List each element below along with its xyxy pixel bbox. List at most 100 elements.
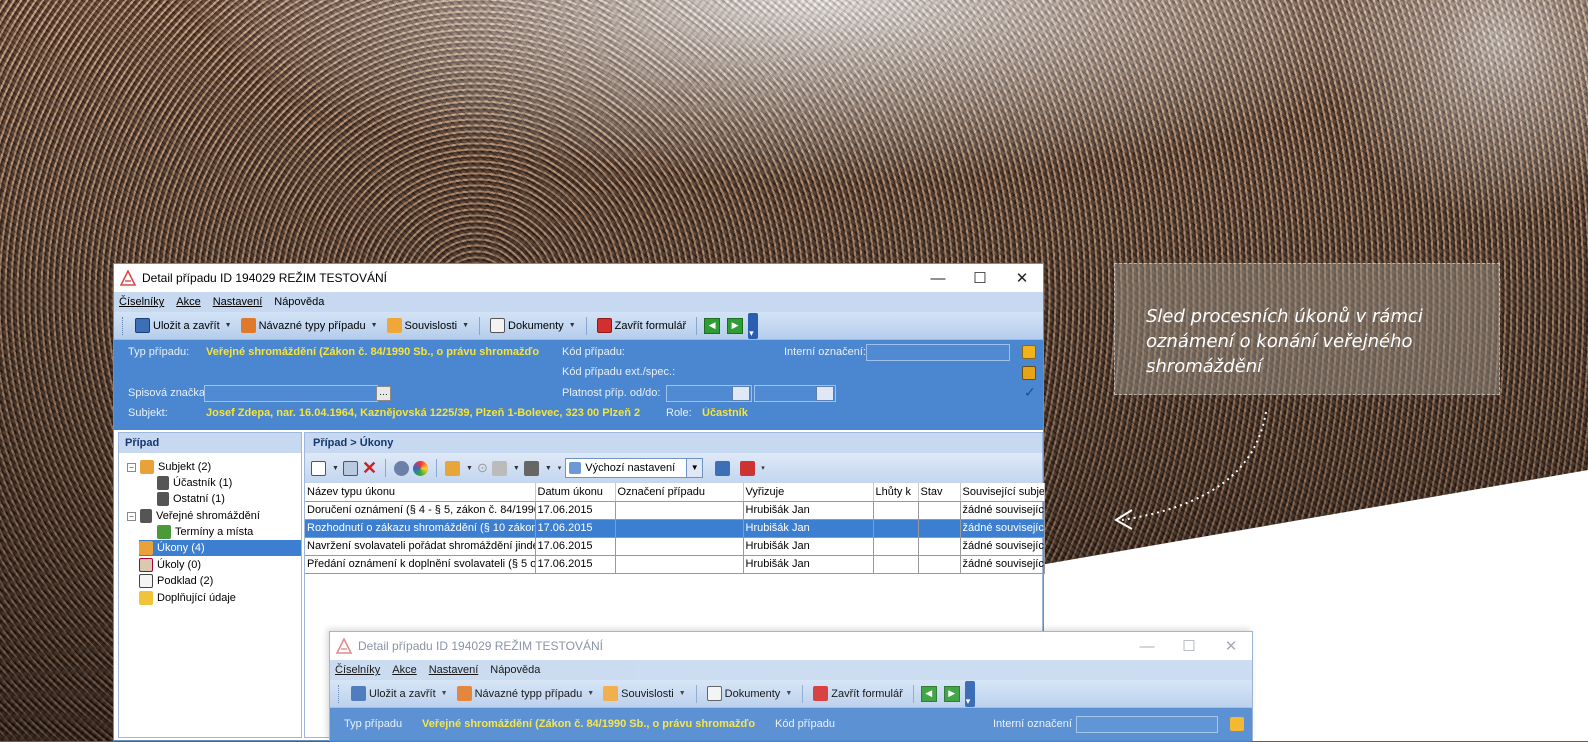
table-header-row: Název typu úkonu Datum úkonu Označení př… bbox=[305, 483, 1045, 502]
table-row[interactable]: Navržení svolavateli pořádat shromáždění… bbox=[305, 537, 1045, 556]
close-button[interactable]: ✕ bbox=[1001, 264, 1043, 292]
subject-label: Subjekt: bbox=[128, 407, 168, 419]
workflow-icon[interactable] bbox=[445, 460, 461, 476]
tree-item-additional-data[interactable]: Doplňující údaje bbox=[139, 590, 236, 606]
tree-item-participant[interactable]: Účastník (1) bbox=[157, 475, 232, 491]
file-mark-field[interactable] bbox=[204, 385, 378, 402]
refresh-icon[interactable] bbox=[394, 460, 410, 476]
title-bar: Detail případu ID 194029 REŽIM TESTOVÁNÍ… bbox=[330, 632, 1252, 660]
column-header[interactable]: Související subjek bbox=[960, 483, 1045, 502]
toolbar-grip[interactable] bbox=[338, 684, 341, 703]
overflow-icon[interactable]: ▾ bbox=[558, 464, 562, 472]
menu-bar: Číselníky Akce Nastavení Nápověda bbox=[330, 660, 1252, 680]
previous-button[interactable]: ◀ bbox=[704, 317, 721, 334]
documents-button[interactable]: Dokumenty ▼ bbox=[704, 683, 796, 705]
column-header[interactable]: Datum úkonu bbox=[535, 483, 616, 502]
maximize-button[interactable]: ☐ bbox=[1168, 632, 1210, 660]
delete-icon[interactable]: ✕ bbox=[362, 458, 377, 479]
menu-akce[interactable]: Akce bbox=[392, 664, 416, 676]
file-mark-browse-button[interactable]: … bbox=[376, 386, 391, 401]
close-form-icon bbox=[596, 318, 612, 333]
related-types-button[interactable]: Návazné typp případu ▼ bbox=[454, 683, 598, 705]
collapse-icon[interactable]: − bbox=[127, 511, 136, 521]
close-button[interactable]: ✕ bbox=[1210, 632, 1252, 660]
preset-icon bbox=[569, 462, 582, 474]
column-header[interactable]: Označení případu bbox=[615, 483, 744, 502]
next-button[interactable]: ▶ bbox=[727, 317, 744, 334]
table-row-selected[interactable]: Rozhodnutí o zákazu shromáždění (§ 10 zá… bbox=[305, 519, 1045, 538]
minimize-button[interactable]: — bbox=[917, 264, 959, 292]
close-form-button[interactable]: Zavřít formulář bbox=[810, 683, 906, 705]
collapse-icon[interactable]: − bbox=[127, 462, 136, 472]
table-row[interactable]: Doručení oznámení (§ 4 - § 5, zákon č. 8… bbox=[305, 501, 1045, 520]
new-document-icon[interactable] bbox=[311, 460, 326, 476]
colors-icon[interactable] bbox=[413, 460, 429, 476]
save-and-close-button[interactable]: Uložit a zavřít ▼ bbox=[348, 683, 451, 705]
internal-field[interactable] bbox=[1076, 716, 1218, 733]
internal-label: Interní označení: bbox=[784, 346, 866, 358]
toolbar-separator bbox=[912, 684, 914, 703]
next-button[interactable]: ▶ bbox=[943, 685, 960, 702]
tree-item-background[interactable]: Podklad (2) bbox=[139, 573, 213, 589]
tree-item-others[interactable]: Ostatní (1) bbox=[157, 491, 225, 507]
edit-icon[interactable] bbox=[342, 460, 358, 476]
previous-button[interactable]: ◀ bbox=[920, 685, 937, 702]
list-toolbar: ▼ ✕ ▼ ⊙ ▼ ▼ ▾ Výchozí nastavení ▼ ▾ bbox=[305, 453, 1042, 483]
toolbar-separator bbox=[585, 316, 587, 335]
documents-button[interactable]: Dokumenty ▼ bbox=[487, 315, 579, 337]
tree-item-tasks[interactable]: Úkoly (0) bbox=[139, 557, 201, 573]
chevron-down-icon[interactable]: ▼ bbox=[686, 459, 703, 477]
lock-group-icon[interactable] bbox=[1022, 366, 1036, 380]
lock-icon[interactable] bbox=[1230, 717, 1244, 731]
tree-item-actions[interactable]: Úkony (4) bbox=[139, 540, 301, 556]
column-header[interactable]: Název typu úkonu bbox=[305, 483, 536, 502]
close-form-button[interactable]: Zavřít formulář bbox=[594, 315, 690, 337]
menu-bar: Číselníky Akce Nastavení Nápověda bbox=[114, 292, 1043, 312]
column-header[interactable]: Stav bbox=[918, 483, 961, 502]
close-form-icon bbox=[813, 686, 829, 701]
play-icon[interactable]: ⊙ bbox=[477, 460, 488, 476]
toolbar-overflow-button[interactable] bbox=[964, 680, 975, 707]
lock-icon[interactable] bbox=[1022, 345, 1036, 359]
checkmark-icon[interactable]: ✓ bbox=[1024, 384, 1036, 401]
toolbar-separator bbox=[436, 459, 438, 477]
context-button[interactable]: Souvislosti ▼ bbox=[600, 683, 689, 705]
menu-ciselniky[interactable]: Číselníky bbox=[335, 664, 380, 676]
menu-ciselniky[interactable]: Číselníky bbox=[119, 296, 164, 308]
tree-item-terms-places[interactable]: Termíny a místa bbox=[157, 524, 253, 540]
network-icon[interactable] bbox=[523, 460, 539, 476]
validity-label: Platnost příp. od/do: bbox=[562, 387, 661, 399]
maximize-button[interactable]: ☐ bbox=[959, 264, 1001, 292]
internal-field[interactable] bbox=[866, 344, 1010, 361]
column-header[interactable]: Vyřizuje bbox=[743, 483, 874, 502]
tree-header: Případ bbox=[119, 433, 301, 453]
view-preset-select[interactable]: Výchozí nastavení ▼ bbox=[565, 458, 704, 478]
toolbar-grip[interactable] bbox=[122, 316, 125, 335]
save-view-icon[interactable] bbox=[715, 460, 731, 476]
subject-value: Josef Zdepa, nar. 16.04.1964, Kaznějovsk… bbox=[206, 407, 641, 419]
menu-nastaveni[interactable]: Nastavení bbox=[213, 296, 263, 308]
related-types-button[interactable]: Návazné typy případu ▼ bbox=[238, 315, 381, 337]
app-logo-icon bbox=[120, 270, 136, 286]
delete-view-icon[interactable] bbox=[740, 460, 756, 476]
menu-napoveda[interactable]: Nápověda bbox=[274, 296, 324, 308]
column-header[interactable]: Lhůty k bbox=[873, 483, 919, 502]
title-bar: Detail případu ID 194029 REŽIM TESTOVÁNÍ… bbox=[114, 264, 1043, 292]
menu-nastaveni[interactable]: Nastavení bbox=[429, 664, 479, 676]
role-label: Role: bbox=[666, 407, 692, 419]
tree-item-public-assembly[interactable]: − Veřejné shromáždění bbox=[127, 508, 260, 524]
people-icon[interactable] bbox=[491, 460, 507, 476]
save-and-close-button[interactable]: Uložit a zavřít ▼ bbox=[132, 315, 235, 337]
table-row[interactable]: Předání oznámení k doplnění svolavateli … bbox=[305, 555, 1045, 574]
calendar-from-icon[interactable] bbox=[732, 386, 750, 401]
menu-napoveda[interactable]: Nápověda bbox=[490, 664, 540, 676]
toolbar-overflow-button[interactable] bbox=[748, 312, 759, 339]
context-button[interactable]: Souvislosti ▼ bbox=[384, 315, 473, 337]
menu-akce[interactable]: Akce bbox=[176, 296, 200, 308]
calendar-to-icon[interactable] bbox=[816, 386, 834, 401]
case-info-panel: Typ případu: Veřejné shromáždění (Zákon … bbox=[114, 340, 1043, 430]
overflow-icon[interactable]: ▾ bbox=[761, 464, 765, 472]
minimize-button[interactable]: — bbox=[1126, 632, 1168, 660]
tree-item-subject[interactable]: − Subjekt (2) bbox=[127, 459, 211, 475]
main-toolbar: Uložit a zavřít ▼ Návazné typp případu ▼ S… bbox=[330, 680, 1252, 708]
